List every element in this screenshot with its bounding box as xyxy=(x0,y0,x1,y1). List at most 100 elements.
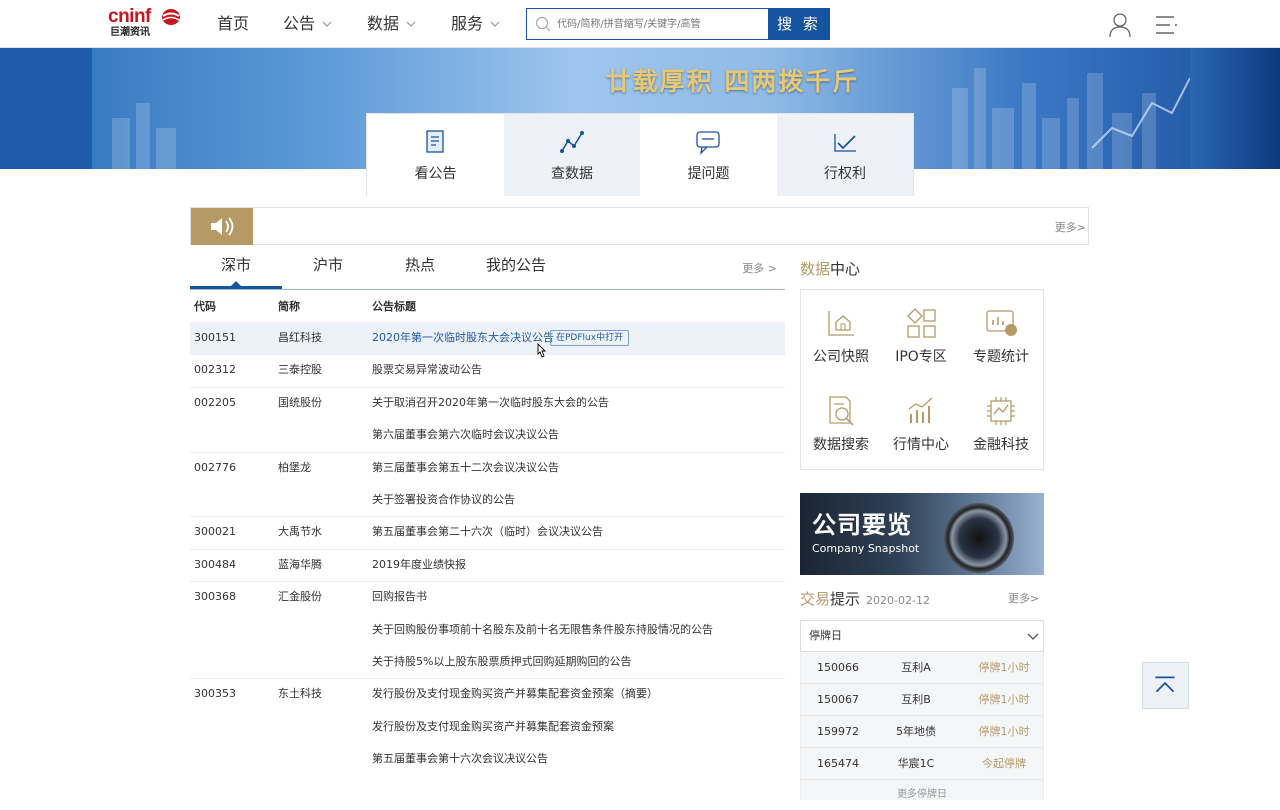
tab-my-announcements[interactable]: 我的公告 xyxy=(466,248,566,289)
search-icon xyxy=(535,16,551,32)
tile-ask-question[interactable]: 提问题 xyxy=(640,114,777,196)
suspension-row[interactable]: 150066 互利A 停牌1小时 xyxy=(800,652,1044,684)
chevron-down-icon xyxy=(490,21,500,27)
suspension-row[interactable]: 165474 华宸1C 今起停牌 xyxy=(800,748,1044,780)
nav-announcements[interactable]: 公告 xyxy=(283,0,333,48)
notice-more-link[interactable]: 更多> xyxy=(1055,219,1086,235)
speaker-icon xyxy=(191,208,253,245)
announcements-more-link[interactable]: 更多 > xyxy=(742,260,777,276)
table-row[interactable]: 发行股份及支付现金购买资产并募集配套资金预案 xyxy=(190,711,785,743)
cninf-logo[interactable]: cninf 巨潮资讯 xyxy=(108,7,184,41)
tile-view-announcements[interactable]: 看公告 xyxy=(367,114,504,196)
dc-special-stats[interactable]: 专题统计 xyxy=(961,306,1041,366)
bar-trend-icon xyxy=(908,397,933,423)
dc-label: 金融科技 xyxy=(973,437,1029,453)
ad-subtitle: Company Snapshot xyxy=(812,542,920,555)
tab-shenzhen-label: 深市 xyxy=(220,256,251,274)
company-snapshot-ad[interactable]: 公司要览 Company Snapshot xyxy=(800,493,1044,575)
announcement-title-link[interactable]: 股票交易异常波动公告 xyxy=(372,354,482,386)
suspension-row[interactable]: 150067 互利B 停牌1小时 xyxy=(800,684,1044,716)
chevron-down-icon xyxy=(322,21,332,27)
announcement-title-link[interactable]: 第五届董事会第十六次会议决议公告 xyxy=(372,743,548,775)
table-row[interactable]: 300021 大禹节水 第五届董事会第二十六次（临时）会议决议公告 xyxy=(190,516,785,548)
nav-home[interactable]: 首页 xyxy=(217,0,249,48)
table-row[interactable]: 002205 国统股份 关于取消召开2020年第一次临时股东大会的公告 xyxy=(190,387,785,419)
user-icon[interactable] xyxy=(1108,12,1132,38)
dc-company-snapshot[interactable]: 公司快照 xyxy=(801,306,881,366)
announcement-title-link[interactable]: 第五届董事会第二十六次（临时）会议决议公告 xyxy=(372,516,603,548)
tab-hot[interactable]: 热点 xyxy=(374,248,466,289)
tile-exercise-rights[interactable]: 行权利 xyxy=(776,114,913,196)
table-row[interactable]: 300151 昌红科技 2020年第一次临时股东大会决议公告 在PDFlux中打开 xyxy=(190,322,785,355)
tab-shanghai[interactable]: 沪市 xyxy=(282,248,374,289)
dc-ipo-zone[interactable]: IPO专区 xyxy=(881,306,961,366)
announcement-title-link[interactable]: 回购报告书 xyxy=(372,581,427,613)
nav-services[interactable]: 服务 xyxy=(451,0,501,48)
search-input[interactable] xyxy=(557,14,762,34)
menu-icon[interactable] xyxy=(1154,14,1178,36)
column-header-code: 代码 xyxy=(194,300,216,313)
announcement-title-link[interactable]: 关于取消召开2020年第一次临时股东大会的公告 xyxy=(372,387,609,419)
stock-code: 300021 xyxy=(194,525,236,539)
chevron-down-icon xyxy=(1027,633,1039,640)
nav-services-label: 服务 xyxy=(451,14,484,33)
quick-entry-bar: 看公告 查数据 提问题 行权利 xyxy=(366,113,914,196)
suspension-row[interactable]: 159972 5年地债 停牌1小时 xyxy=(800,716,1044,748)
top-header: cninf 巨潮资讯 首页 公告 数据 服务 搜 索 xyxy=(0,0,1280,48)
tab-hot-label: 热点 xyxy=(404,256,435,274)
logo-subtext: 巨潮资讯 xyxy=(110,27,150,38)
stock-name: 汇金股份 xyxy=(278,590,322,604)
stock-code: 300353 xyxy=(194,687,236,701)
table-row[interactable]: 300484 蓝海华腾 2019年度业绩快报 xyxy=(190,549,785,581)
mouse-cursor-icon xyxy=(537,343,547,358)
nav-data[interactable]: 数据 xyxy=(367,0,417,48)
table-row[interactable]: 002776 柏堡龙 第三届董事会第五十二次会议决议公告 xyxy=(190,452,785,484)
table-row[interactable]: 300368 汇金股份 回购报告书 xyxy=(190,581,785,613)
document-icon xyxy=(426,130,444,153)
announcement-title-link[interactable]: 关于签署投资合作协议的公告 xyxy=(372,484,515,516)
check-chart-icon xyxy=(833,134,856,152)
table-row[interactable]: 关于签署投资合作协议的公告 xyxy=(190,484,785,516)
table-row[interactable]: 002312 三泰控股 股票交易异常波动公告 xyxy=(190,354,785,386)
trade-more-link[interactable]: 更多> xyxy=(1008,590,1039,606)
stats-board-icon xyxy=(986,310,1017,336)
table-row[interactable]: 关于回购股份事项前十名股东及前十名无限售条件股东持股情况的公告 xyxy=(190,614,785,646)
table-row[interactable]: 第六届董事会第六次临时会议决议公告 xyxy=(190,419,785,451)
announcement-title-link[interactable]: 2020年第一次临时股东大会决议公告 xyxy=(372,322,554,354)
table-row[interactable]: 第五届董事会第十六次会议决议公告 xyxy=(190,743,785,775)
suspension-status: 停牌1小时 xyxy=(978,693,1030,706)
logo-swirl-icon xyxy=(162,9,180,25)
tab-caret xyxy=(231,281,241,286)
dc-market-center[interactable]: 行情中心 xyxy=(881,394,961,454)
announcement-title-link[interactable]: 发行股份及支付现金购买资产并募集配套资金预案 xyxy=(372,711,614,743)
nav-home-label: 首页 xyxy=(217,14,250,33)
announcement-tabs: 深市 沪市 热点 我的公告 更多 > xyxy=(190,248,785,290)
announcement-title-link[interactable]: 发行股份及支付现金购买资产并募集配套资金预案（摘要） xyxy=(372,678,658,710)
data-center-title-rest: 中心 xyxy=(830,260,861,278)
stock-code: 300368 xyxy=(194,590,236,604)
open-in-pdflux-button[interactable]: 在PDFlux中打开 xyxy=(550,330,630,347)
announcement-title-link[interactable]: 关于回购股份事项前十名股东及前十名无限售条件股东持股情况的公告 xyxy=(372,614,713,646)
more-suspension-link[interactable]: 更多停牌日 xyxy=(800,780,1044,800)
suspension-code: 150067 xyxy=(817,693,859,706)
stock-name: 柏堡龙 xyxy=(278,460,311,474)
table-row[interactable]: 300353 东土科技 发行股份及支付现金购买资产并募集配套资金预案（摘要） xyxy=(190,678,785,710)
dc-fintech[interactable]: 金融科技 xyxy=(961,394,1041,454)
table-row[interactable]: 关于持股5%以上股东股票质押式回购延期购回的公告 xyxy=(190,646,785,678)
dc-data-search[interactable]: 数据搜索 xyxy=(801,394,881,454)
suspension-select[interactable]: 停牌日 xyxy=(800,620,1044,652)
announcement-title-link[interactable]: 关于持股5%以上股东股票质押式回购延期购回的公告 xyxy=(372,646,631,678)
column-header-title: 公告标题 xyxy=(372,300,416,313)
announcement-title-link[interactable]: 2019年度业绩快报 xyxy=(372,549,466,581)
banner-slogan: 廿载厚积 四两拨千斤 xyxy=(605,67,860,96)
announcement-title-link[interactable]: 第六届董事会第六次临时会议决议公告 xyxy=(372,419,559,451)
stock-code: 002312 xyxy=(194,363,236,377)
back-to-top-button[interactable] xyxy=(1142,662,1189,709)
announcement-title-link[interactable]: 第三届董事会第五十二次会议决议公告 xyxy=(372,452,559,484)
dc-label: 专题统计 xyxy=(973,349,1029,365)
tile-check-data[interactable]: 查数据 xyxy=(503,114,640,196)
search-button[interactable]: 搜 索 xyxy=(768,8,830,40)
tab-shenzhen[interactable]: 深市 xyxy=(190,248,282,289)
stock-name: 三泰控股 xyxy=(278,363,322,377)
line-chart-icon xyxy=(559,131,584,153)
